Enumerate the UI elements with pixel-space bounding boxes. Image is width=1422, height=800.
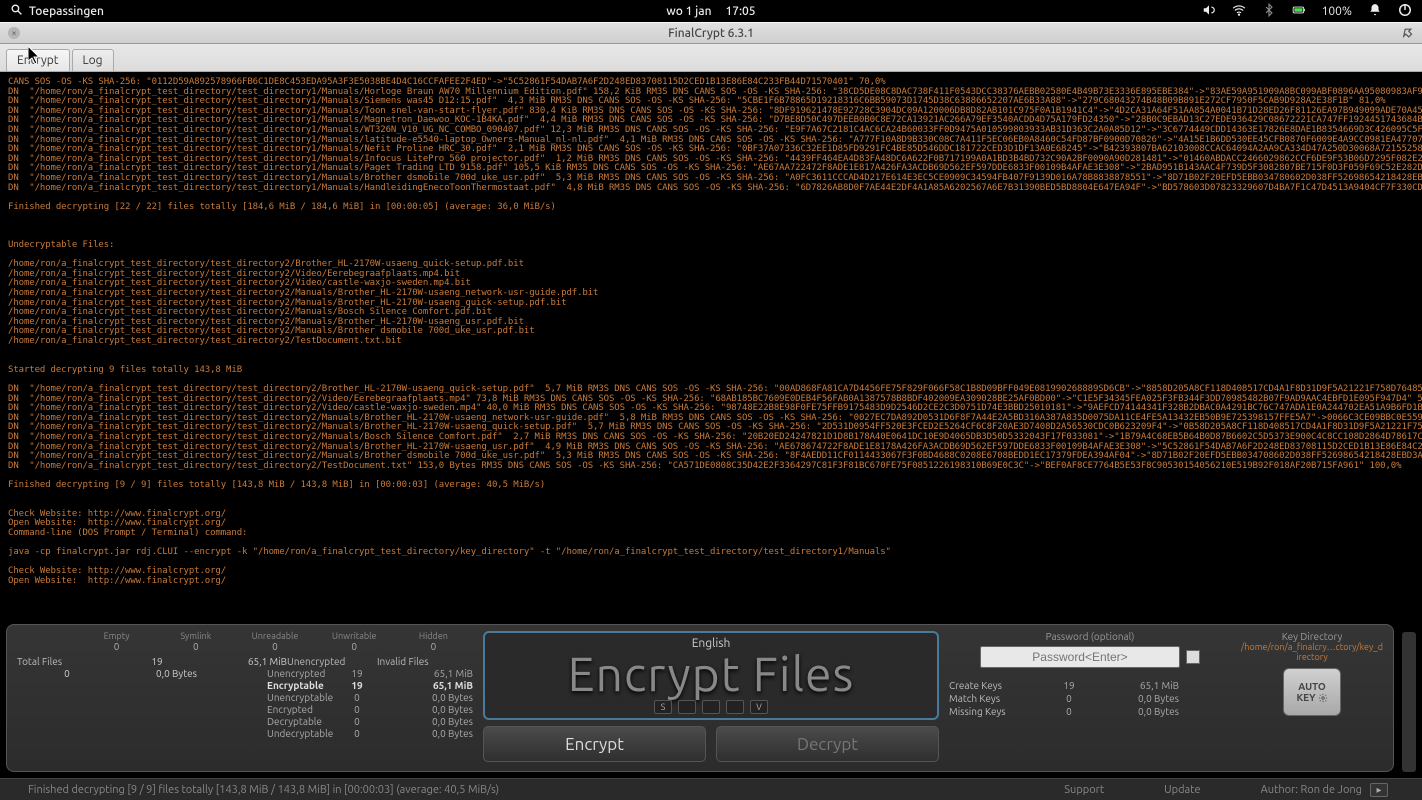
col-empty: Empty [104,631,130,641]
status-message: Finished decrypting [9 / 9] files totall… [28,784,499,796]
author-label: Author: Ron de Jong [1261,784,1362,796]
password-show-checkbox[interactable] [1186,650,1200,664]
mode-big-label: Encrypt Files [568,650,855,698]
search-icon[interactable] [10,3,23,19]
key-password-panel: Password (optional) Create Keys1965,1 Mi… [949,631,1383,765]
file-stats-panel: Empty0 Symlink0 Unreadable0 Unwritable0 … [17,631,473,765]
notifications-icon[interactable] [1368,3,1382,20]
col-unwritable: Unwritable [332,631,377,641]
tab-encrypt[interactable]: Encrypt [6,49,70,71]
tabs-row: Encrypt Log [0,44,1422,72]
power-icon[interactable] [1398,3,1412,20]
vertical-scrollbar[interactable] [1402,632,1416,772]
mode-display-box[interactable]: English Encrypt Files S V [483,631,939,720]
battery-icon[interactable] [1292,3,1306,20]
tab-log[interactable]: Log [72,49,114,71]
bottom-panel: Empty0 Symlink0 Unreadable0 Unwritable0 … [6,624,1394,772]
battery-percent: 100% [1322,5,1352,18]
col-unreadable: Unreadable [252,631,299,641]
update-link[interactable]: Update [1164,784,1200,796]
log-output-area[interactable]: CANS SOS -OS -KS SHA-256: "0112D59A89257… [0,72,1422,620]
window-title-bar: × FinalCrypt 6.3.1 [0,22,1422,44]
key-directory-header: Key Directory [1241,631,1383,642]
status-footer: Finished decrypting [9 / 9] files totall… [0,778,1422,800]
window-title: FinalCrypt 6.3.1 [668,27,754,40]
encrypt-button[interactable]: Encrypt [483,726,706,762]
col-hidden: Hidden [419,631,448,641]
wifi-icon[interactable] [1232,3,1246,20]
system-top-bar: Toepassingen wo 1 jan 17:05 100% [0,0,1422,22]
decrypt-button[interactable]: Decrypt [716,726,939,762]
password-label: Password (optional) [949,631,1231,642]
volume-icon[interactable] [1202,3,1216,20]
key-directory-path[interactable]: /home/ron/a_finalcry…ctory/key_directory [1241,642,1383,662]
maximize-button[interactable] [1402,26,1414,41]
log-output-text: CANS SOS -OS -KS SHA-256: "0112D59A89257… [8,78,1414,586]
applications-label[interactable]: Toepassingen [29,5,104,18]
col-symlink: Symlink [180,631,211,641]
row-invalid-files: Invalid Files [377,656,473,667]
mode-slider[interactable]: S V [654,700,768,714]
clock-time: 17:05 [726,5,756,18]
bluetooth-icon[interactable] [1262,3,1276,20]
clock-date: wo 1 jan [666,5,711,18]
author-go-button[interactable]: ▸ [1370,783,1388,797]
auto-key-button[interactable]: AUTO KEY [1283,668,1341,716]
row-unencrypted: Unencrypted [287,656,377,667]
center-action-panel: English Encrypt Files S V Encrypt Decryp… [483,631,939,765]
close-button[interactable]: × [8,27,20,39]
password-input[interactable] [980,646,1180,668]
row-total-files: Total Files [17,656,117,667]
support-link[interactable]: Support [1064,784,1104,796]
